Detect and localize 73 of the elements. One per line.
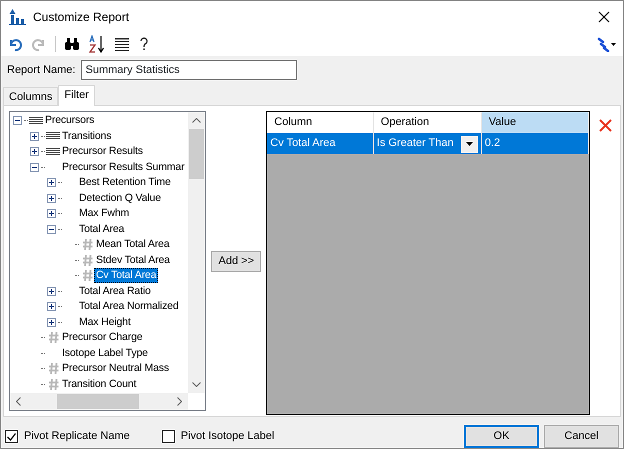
checkbox[interactable] bbox=[5, 430, 18, 443]
checkbox[interactable] bbox=[162, 430, 175, 443]
tree-item[interactable]: Mean Total Area bbox=[94, 237, 172, 252]
checkbox-label: Pivot Isotope Label bbox=[180, 429, 274, 444]
tree-item[interactable]: Transitions bbox=[60, 128, 114, 144]
expand-icon[interactable] bbox=[47, 178, 56, 188]
scroll-left-icon[interactable] bbox=[16, 397, 21, 406]
tree-item[interactable]: Isotope Label Type bbox=[60, 346, 150, 361]
hash-icon bbox=[82, 254, 92, 267]
help-icon[interactable] bbox=[138, 36, 150, 52]
column-header[interactable]: Value bbox=[481, 112, 589, 133]
dropdown-button[interactable] bbox=[460, 136, 478, 152]
table-icon bbox=[46, 148, 60, 156]
dialog-button[interactable]: Cancel bbox=[544, 425, 619, 448]
dialog-button[interactable]: OK bbox=[464, 425, 539, 448]
expand-icon[interactable] bbox=[47, 318, 56, 327]
expand-icon[interactable] bbox=[47, 302, 56, 312]
hash-icon bbox=[82, 269, 92, 282]
scroll-up-icon[interactable] bbox=[192, 118, 202, 123]
app-icon bbox=[9, 8, 27, 25]
delete-icon[interactable] bbox=[598, 119, 612, 132]
scroll-thumb[interactable] bbox=[189, 129, 204, 179]
scroll-down-icon[interactable] bbox=[192, 382, 202, 387]
tree-item[interactable]: Detection Q Value bbox=[77, 190, 163, 206]
window-title: Customize Report bbox=[33, 8, 130, 26]
list-icon[interactable] bbox=[114, 36, 130, 52]
report-name-field[interactable]: Summary Statistics bbox=[81, 60, 298, 80]
checkbox-label: Pivot Replicate Name bbox=[24, 429, 130, 444]
tree-item[interactable]: Max Fwhm bbox=[77, 206, 132, 222]
tree-item[interactable]: Transition Count bbox=[60, 376, 138, 392]
expand-icon[interactable] bbox=[47, 209, 56, 218]
table-icon bbox=[29, 116, 43, 125]
expand-icon[interactable] bbox=[30, 132, 39, 141]
tree-item[interactable]: Precursor Charge bbox=[60, 330, 144, 346]
tree-item[interactable]: Cv Total Area bbox=[94, 268, 158, 284]
add-button[interactable]: Add >> bbox=[211, 251, 262, 272]
tab[interactable]: Columns bbox=[3, 87, 58, 105]
table-cell: Cv Total Area bbox=[267, 133, 374, 154]
tree-item[interactable]: Stdev Total Area bbox=[94, 252, 172, 268]
tree-item[interactable]: Max Height bbox=[77, 314, 133, 330]
operation-value: Is Greater Than bbox=[376, 136, 455, 152]
tree-item[interactable]: Total Area Ratio bbox=[77, 284, 153, 299]
table-cell: 0.2 bbox=[481, 133, 589, 154]
expand-icon[interactable] bbox=[47, 286, 56, 296]
hash-icon bbox=[48, 378, 58, 391]
binoculars-icon[interactable] bbox=[64, 36, 80, 52]
tab[interactable]: Filter bbox=[58, 85, 95, 106]
check-icon bbox=[7, 432, 16, 440]
caret-icon bbox=[466, 142, 473, 146]
column-header[interactable]: Column bbox=[267, 112, 374, 133]
tree-item[interactable]: Precursor Results Summar bbox=[60, 160, 186, 175]
tree-item[interactable]: Total Area bbox=[77, 222, 126, 237]
horizontal-scrollbar[interactable] bbox=[10, 393, 188, 410]
tree-item[interactable]: Precursors bbox=[43, 113, 96, 128]
tree-item[interactable]: Precursor Results bbox=[60, 144, 145, 160]
table-icon bbox=[46, 132, 60, 140]
sort-icon[interactable] bbox=[88, 34, 106, 53]
hash-icon bbox=[48, 362, 58, 376]
column-header[interactable]: Operation bbox=[373, 112, 482, 133]
scroll-thumb[interactable] bbox=[57, 394, 139, 409]
tree-item[interactable]: Precursor Neutral Mass bbox=[60, 361, 171, 376]
collapse-icon[interactable] bbox=[47, 224, 56, 234]
vertical-scrollbar[interactable] bbox=[188, 112, 206, 393]
hash-icon bbox=[48, 331, 58, 344]
collapse-icon[interactable] bbox=[30, 162, 39, 172]
collapse-icon[interactable] bbox=[13, 116, 22, 126]
expand-icon[interactable] bbox=[47, 194, 56, 203]
scroll-right-icon[interactable] bbox=[177, 397, 182, 406]
tree-item[interactable]: Best Retention Time bbox=[77, 175, 173, 190]
hash-icon bbox=[82, 238, 92, 252]
tree-item[interactable]: Total Area Normalized bbox=[77, 299, 181, 314]
expand-icon[interactable] bbox=[30, 147, 39, 156]
report-name-label: Report Name: bbox=[7, 63, 76, 78]
